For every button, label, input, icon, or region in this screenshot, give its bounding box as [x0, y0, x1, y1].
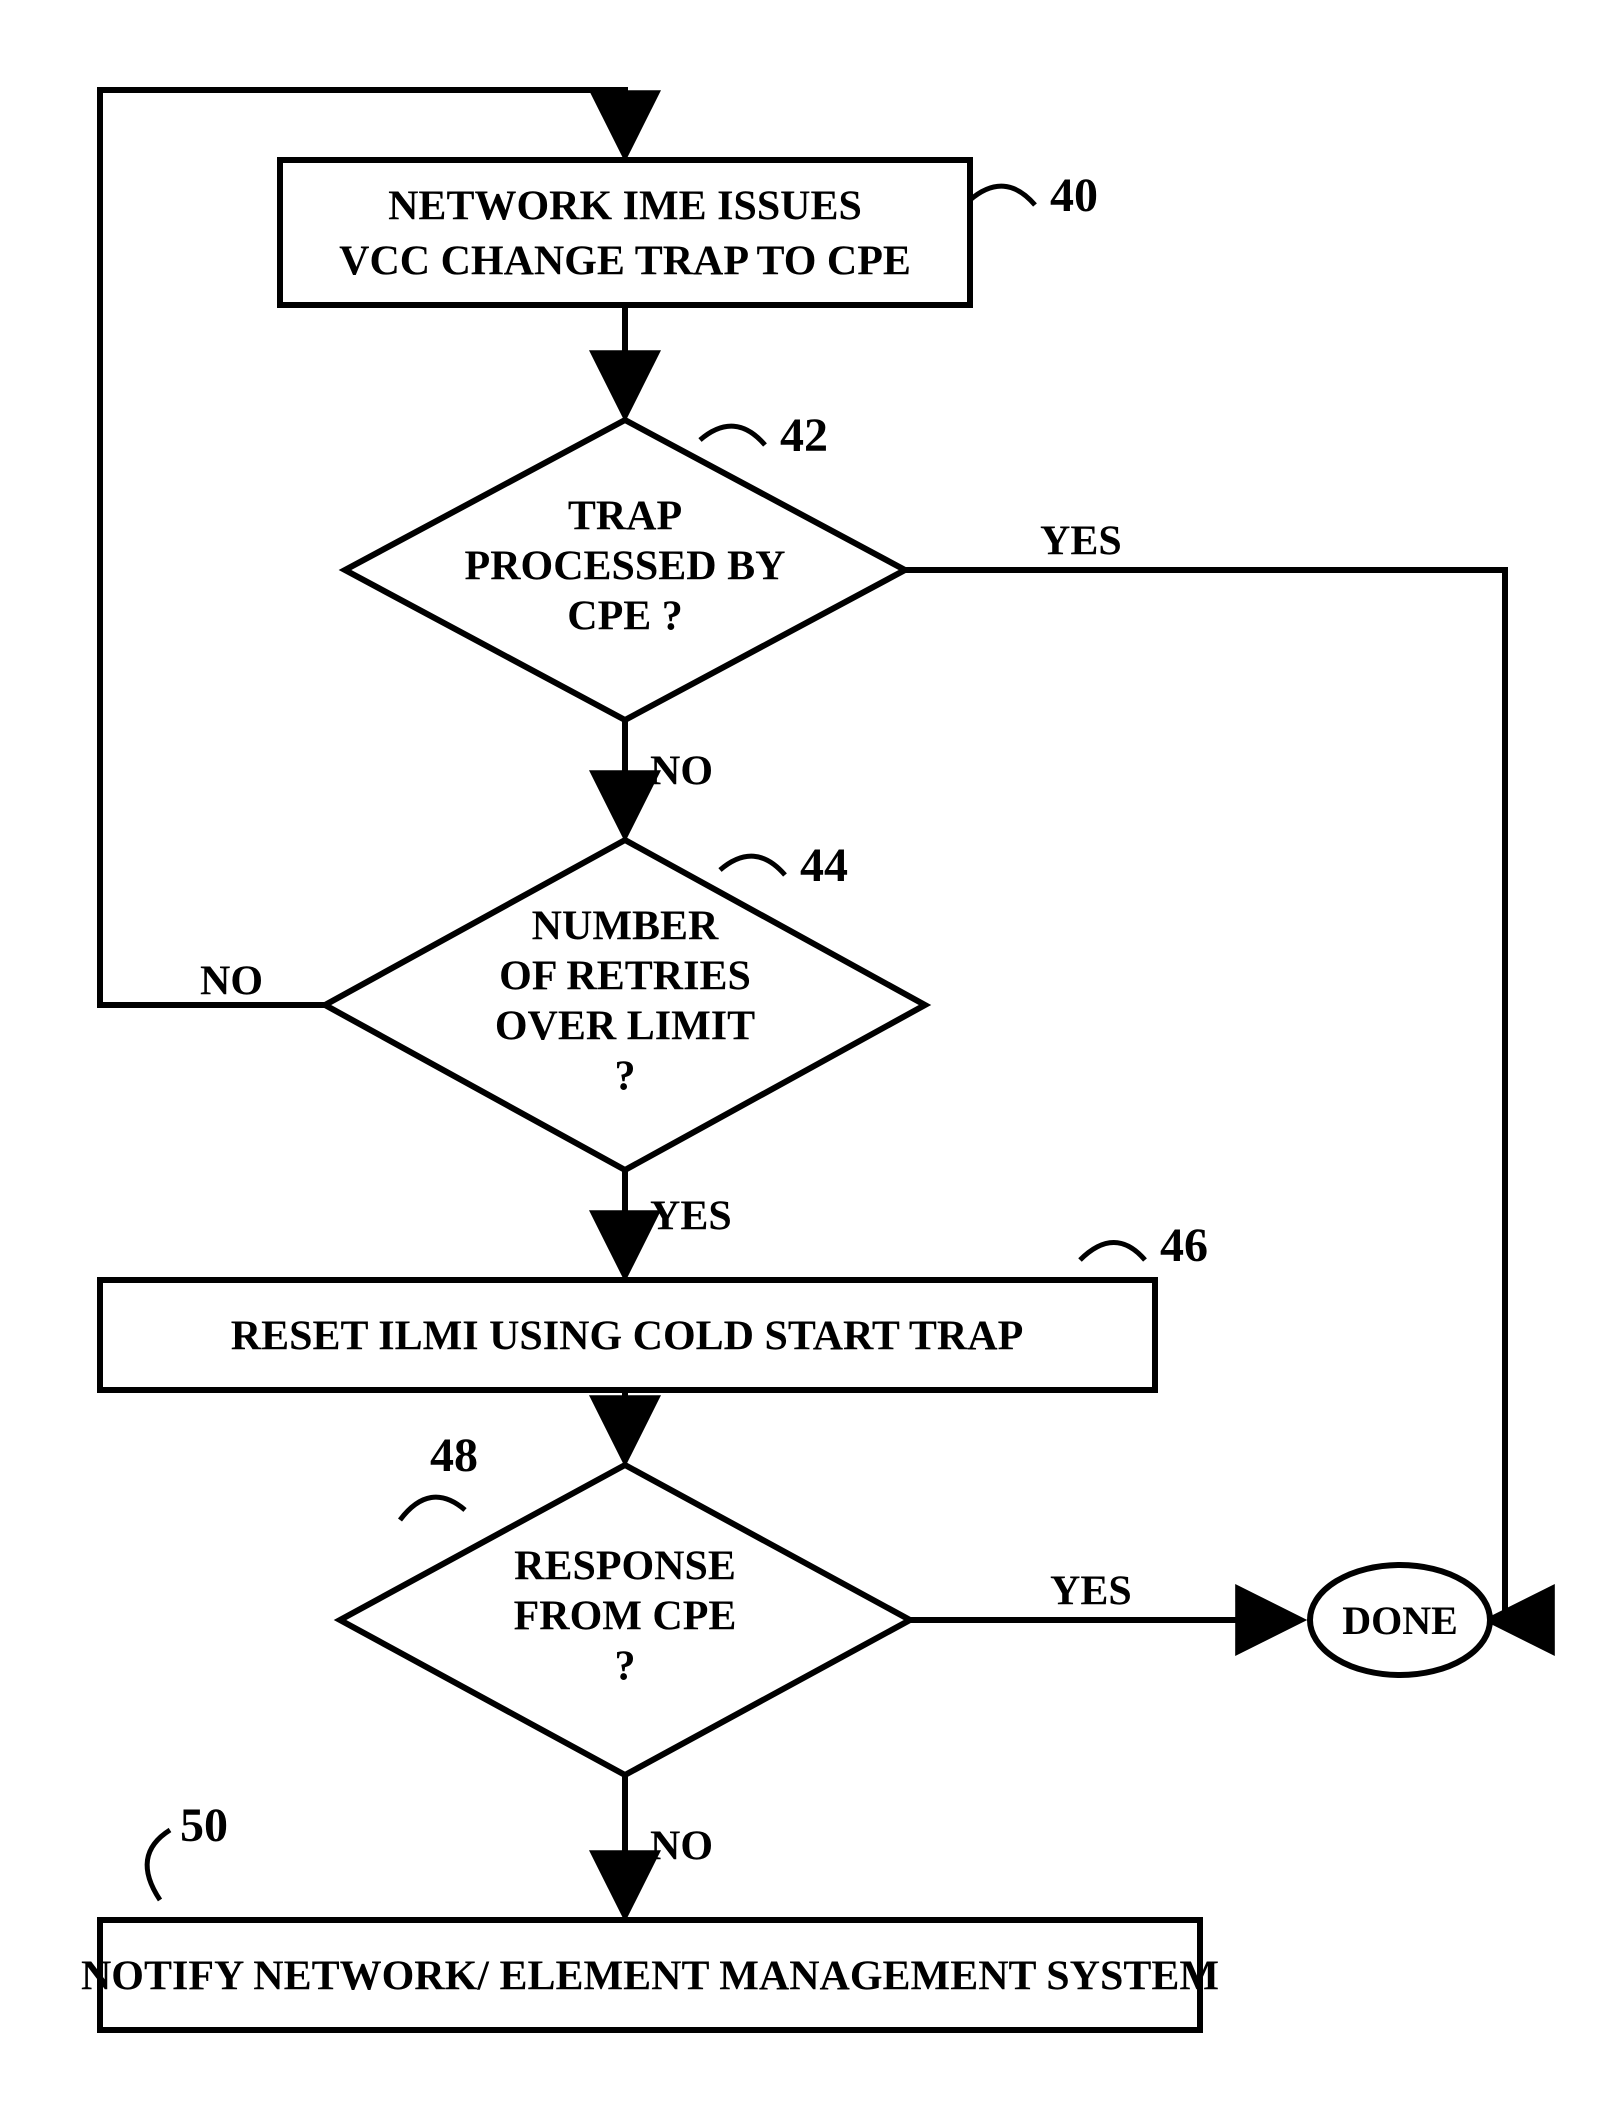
decision-42-line1: TRAP: [568, 494, 682, 540]
decision-44-line2: OF RETRIES: [499, 954, 751, 1000]
ref-44: 44: [800, 839, 848, 892]
flowchart-diagram: NETWORK IME ISSUES VCC CHANGE TRAP TO CP…: [0, 0, 1601, 2118]
callout-42: [700, 426, 765, 445]
decision-48-line2: FROM CPE: [514, 1594, 737, 1640]
label-48-yes: YES: [1050, 1569, 1132, 1615]
callout-48: [400, 1497, 465, 1520]
decision-44-line1: NUMBER: [532, 904, 719, 950]
process-40-line1: NETWORK IME ISSUES: [388, 184, 862, 230]
label-42-no: NO: [650, 749, 713, 795]
callout-50: [147, 1830, 170, 1900]
process-40-line2: VCC CHANGE TRAP TO CPE: [339, 239, 911, 285]
ref-46: 46: [1160, 1219, 1208, 1272]
decision-48-line3: ?: [615, 1644, 636, 1690]
done-text: DONE: [1342, 1598, 1458, 1643]
decision-44-line4: ?: [615, 1054, 636, 1100]
ref-50: 50: [180, 1799, 228, 1852]
label-42-yes: YES: [1040, 519, 1122, 565]
callout-46: [1080, 1243, 1145, 1261]
process-46-line1: RESET ILMI USING COLD START TRAP: [231, 1314, 1023, 1360]
callout-40: [970, 186, 1035, 205]
decision-48-line1: RESPONSE: [514, 1544, 736, 1590]
label-44-yes: YES: [650, 1194, 732, 1240]
edge-42-done: [905, 570, 1505, 1620]
label-44-no: NO: [200, 959, 263, 1005]
process-50-line1: NOTIFY NETWORK/ ELEMENT MANAGEMENT SYSTE…: [81, 1954, 1219, 2000]
ref-40: 40: [1050, 169, 1098, 222]
label-48-no: NO: [650, 1824, 713, 1870]
decision-42-line3: CPE ?: [567, 594, 683, 640]
decision-42-line2: PROCESSED BY: [465, 544, 786, 590]
callout-44: [720, 856, 785, 875]
ref-42: 42: [780, 409, 828, 462]
ref-48: 48: [430, 1429, 478, 1482]
decision-44-line3: OVER LIMIT: [495, 1004, 755, 1050]
